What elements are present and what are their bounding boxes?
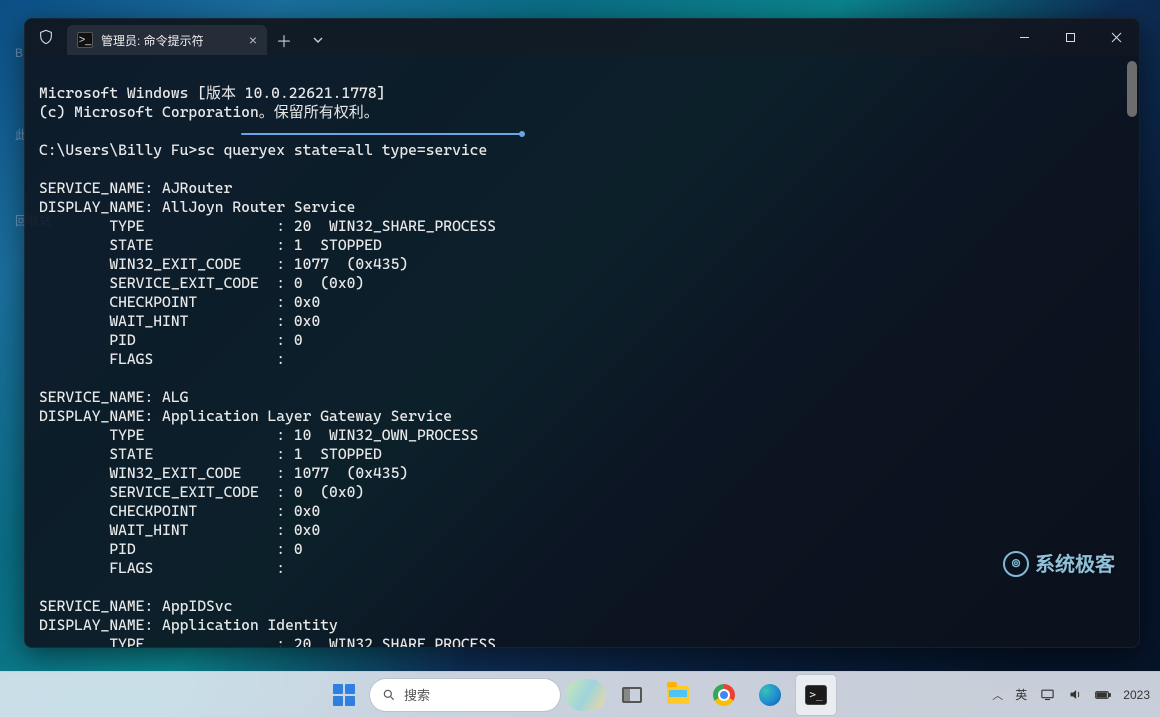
start-button[interactable] (324, 675, 364, 715)
minimize-button[interactable] (1001, 19, 1047, 55)
service-field: 0x0 (294, 293, 320, 311)
service-field: 0 (0x0) (294, 274, 364, 292)
titlebar[interactable]: >_ 管理员: 命令提示符 × ＋ (25, 19, 1139, 55)
maximize-button[interactable] (1047, 19, 1093, 55)
task-view-button[interactable] (612, 675, 652, 715)
annotation-underline (241, 133, 523, 135)
prompt: C:\Users\Billy Fu> (39, 141, 197, 159)
taskbar: 搜索 >_ ︿ 英 2023 (0, 671, 1160, 717)
edge-icon (759, 684, 781, 706)
desktop-label: B (15, 46, 23, 60)
search-placeholder: 搜索 (404, 685, 430, 704)
service-field: 1077 (0x435) (294, 464, 408, 482)
scrollbar[interactable] (1127, 61, 1137, 641)
service-name: AppIDSvc (162, 597, 232, 615)
windows-logo-icon (333, 684, 355, 706)
tab-dropdown-button[interactable] (301, 25, 335, 55)
service-field: 1077 (0x435) (294, 255, 408, 273)
taskbar-search[interactable]: 搜索 (370, 679, 560, 711)
widgets-icon (566, 679, 606, 711)
service-name: AJRouter (162, 179, 232, 197)
ime-indicator[interactable]: 英 (1015, 686, 1027, 703)
service-field: 0 (294, 540, 303, 558)
terminal-taskbar-button[interactable]: >_ (796, 675, 836, 715)
service-field: 20 WIN32_SHARE_PROCESS (294, 635, 496, 647)
terminal-window: >_ 管理员: 命令提示符 × ＋ Microsoft Windows [版本 … (24, 18, 1140, 648)
service-display: Application Identity (162, 616, 338, 634)
tab-close-button[interactable]: × (249, 33, 257, 47)
command-text: sc queryex state=all type=service (197, 141, 487, 159)
search-icon (382, 688, 396, 702)
tab-cmd[interactable]: >_ 管理员: 命令提示符 × (67, 25, 267, 55)
scrollbar-thumb[interactable] (1127, 61, 1137, 117)
taskbar-clock[interactable]: 2023 (1123, 688, 1150, 702)
shield-icon[interactable] (25, 19, 67, 55)
watermark-text: 系统极客 (1035, 555, 1115, 574)
banner-line: (c) Microsoft Corporation。保留所有权利。 (39, 103, 379, 121)
volume-icon[interactable] (1067, 687, 1083, 703)
cmd-icon: >_ (77, 32, 93, 48)
service-field: 0x0 (294, 521, 320, 539)
banner-line: Microsoft Windows [版本 10.0.22621.1778] (39, 84, 385, 102)
watermark-logo-icon: ◎ (1003, 551, 1029, 577)
service-field: 0x0 (294, 502, 320, 520)
file-explorer-button[interactable] (658, 675, 698, 715)
watermark: ◎ 系统极客 (1003, 551, 1115, 577)
new-tab-button[interactable]: ＋ (267, 25, 301, 55)
tab-title: 管理员: 命令提示符 (101, 32, 204, 49)
battery-icon[interactable] (1095, 687, 1111, 703)
service-field: 20 WIN32_SHARE_PROCESS (294, 217, 496, 235)
folder-icon (667, 686, 689, 704)
service-field: 1 STOPPED (294, 236, 382, 254)
widgets-button[interactable] (566, 675, 606, 715)
task-view-icon (622, 687, 642, 703)
service-field: 0 (0x0) (294, 483, 364, 501)
terminal-icon: >_ (805, 685, 827, 705)
service-display: AllJoyn Router Service (162, 198, 355, 216)
service-field: 0 (294, 331, 303, 349)
network-icon[interactable] (1039, 687, 1055, 703)
chrome-button[interactable] (704, 675, 744, 715)
service-name: ALG (162, 388, 188, 406)
service-field: 0x0 (294, 312, 320, 330)
chrome-icon (713, 684, 735, 706)
service-display: Application Layer Gateway Service (162, 407, 452, 425)
console-output[interactable]: Microsoft Windows [版本 10.0.22621.1778] (… (25, 55, 1139, 647)
service-field: 1 STOPPED (294, 445, 382, 463)
service-field: 10 WIN32_OWN_PROCESS (294, 426, 479, 444)
tray-overflow-button[interactable]: ︿ (992, 687, 1003, 703)
edge-button[interactable] (750, 675, 790, 715)
close-button[interactable] (1093, 19, 1139, 55)
